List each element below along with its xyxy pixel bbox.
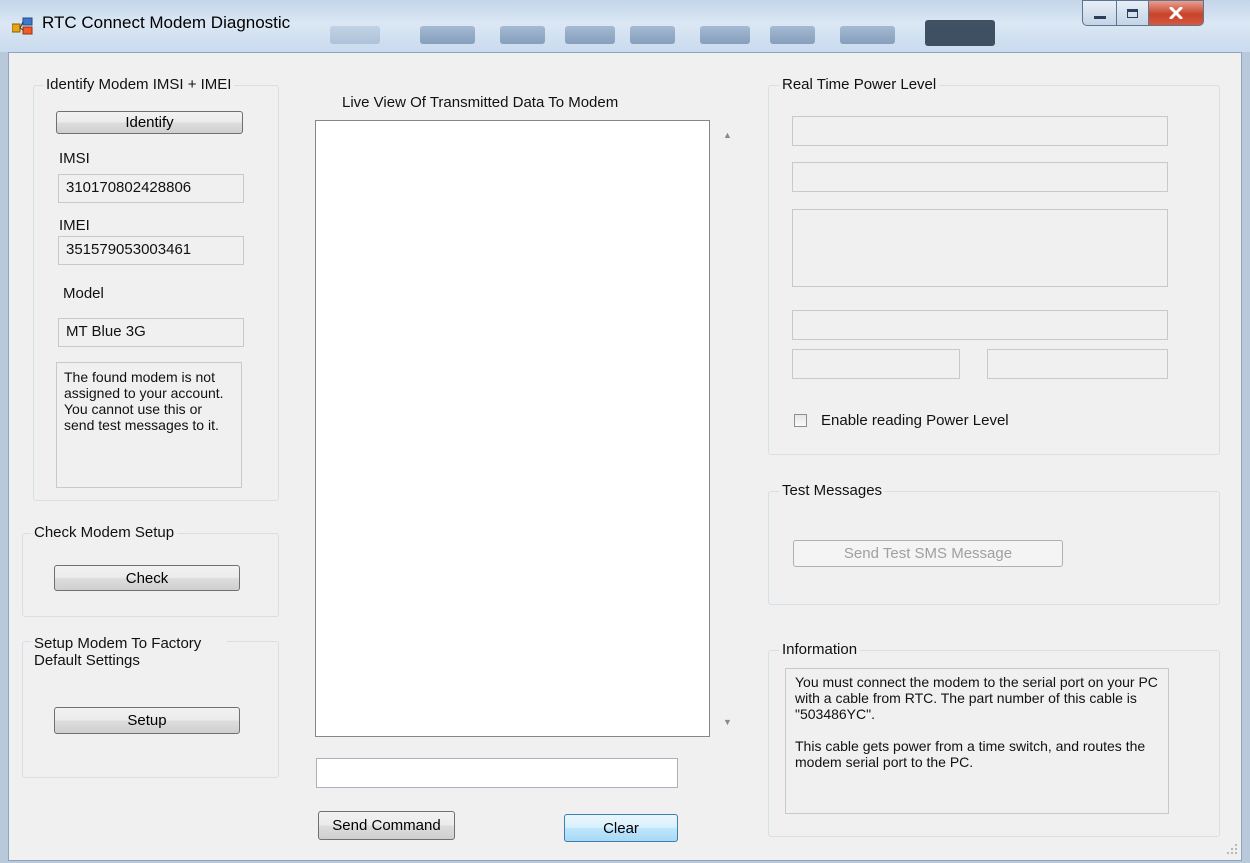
check-group-legend: Check Modem Setup bbox=[31, 524, 178, 542]
identify-group-legend: Identify Modem IMSI + IMEI bbox=[43, 76, 235, 94]
imei-field[interactable]: 351579053003461 bbox=[58, 236, 244, 265]
command-input[interactable] bbox=[316, 758, 678, 788]
check-button[interactable]: Check bbox=[54, 565, 240, 591]
power-field-3[interactable] bbox=[792, 209, 1168, 287]
scroll-down-arrow-icon[interactable]: ▼ bbox=[723, 717, 732, 727]
enable-power-level-checkbox[interactable] bbox=[794, 414, 807, 427]
test-messages-group-legend: Test Messages bbox=[779, 482, 886, 500]
close-button[interactable] bbox=[1148, 0, 1204, 26]
power-field-4[interactable] bbox=[792, 310, 1168, 340]
information-text-box[interactable]: You must connect the modem to the serial… bbox=[785, 668, 1169, 814]
imsi-field[interactable]: 310170802428806 bbox=[58, 174, 244, 203]
power-field-2[interactable] bbox=[792, 162, 1168, 192]
window-title: RTC Connect Modem Diagnostic bbox=[42, 13, 291, 32]
model-field[interactable]: MT Blue 3G bbox=[58, 318, 244, 347]
setup-button[interactable]: Setup bbox=[54, 707, 240, 734]
power-field-5[interactable] bbox=[792, 349, 960, 379]
close-icon bbox=[1169, 7, 1183, 19]
power-field-6[interactable] bbox=[987, 349, 1168, 379]
power-field-1[interactable] bbox=[792, 116, 1168, 146]
send-test-sms-button[interactable]: Send Test SMS Message bbox=[793, 540, 1063, 567]
log-scrollbar[interactable]: ▲ ▼ bbox=[710, 120, 742, 737]
minimize-button[interactable] bbox=[1082, 0, 1116, 26]
app-icon[interactable] bbox=[11, 15, 34, 35]
maximize-button[interactable] bbox=[1116, 0, 1148, 26]
setup-group-legend: Setup Modem To Factory Default Settings bbox=[31, 635, 227, 669]
minimize-icon bbox=[1093, 15, 1106, 19]
maximize-icon bbox=[1127, 8, 1138, 18]
scroll-up-arrow-icon[interactable]: ▲ bbox=[723, 130, 732, 140]
model-label: Model bbox=[63, 285, 104, 302]
information-paragraph-1: You must connect the modem to the serial… bbox=[795, 674, 1158, 722]
resize-grip[interactable] bbox=[1225, 842, 1239, 856]
transmitted-data-log[interactable] bbox=[315, 120, 710, 737]
live-view-label: Live View Of Transmitted Data To Modem bbox=[342, 94, 619, 111]
clear-button[interactable]: Clear bbox=[564, 814, 678, 842]
enable-power-level-label[interactable]: Enable reading Power Level bbox=[821, 412, 1009, 430]
imei-label: IMEI bbox=[59, 217, 90, 234]
power-level-group-legend: Real Time Power Level bbox=[779, 76, 940, 94]
information-paragraph-2: This cable gets power from a time switch… bbox=[795, 738, 1146, 770]
information-legend: Information bbox=[779, 641, 861, 659]
imsi-label: IMSI bbox=[59, 150, 90, 167]
send-command-button[interactable]: Send Command bbox=[318, 811, 455, 840]
status-message-box[interactable]: The found modem is not assigned to your … bbox=[56, 362, 242, 488]
identify-button[interactable]: Identify bbox=[56, 111, 243, 134]
